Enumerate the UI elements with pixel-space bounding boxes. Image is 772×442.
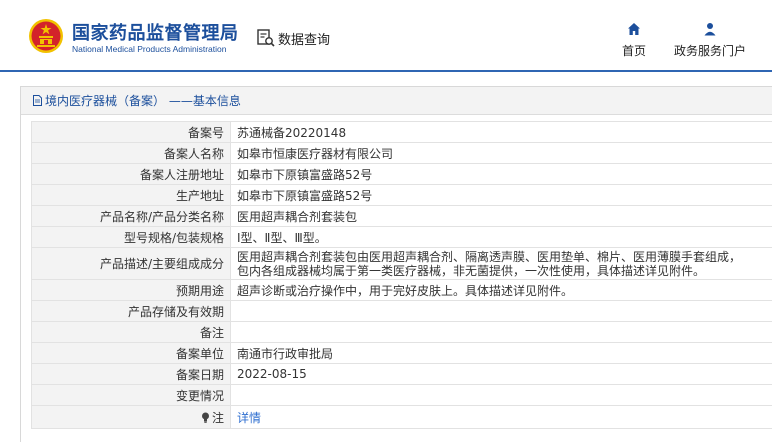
field-value: 如皋市下原镇富盛路52号	[230, 163, 772, 185]
field-value: Ⅰ型、Ⅱ型、Ⅲ型。	[230, 226, 772, 248]
table-row: 备案人注册地址 如皋市下原镇富盛路52号	[31, 163, 772, 185]
record-table: 备案号 苏通械备20220148 备案人名称 如皋市恒康医疗器材有限公司 备案人…	[31, 121, 772, 429]
nav-home[interactable]: 首页	[618, 22, 650, 59]
table-row: 备注	[31, 321, 772, 343]
document-icon	[33, 95, 42, 106]
brand-subtitle[interactable]: National Medical Products Administration	[72, 44, 227, 54]
data-query-link[interactable]: 数据查询	[256, 28, 330, 48]
national-emblem-logo[interactable]	[28, 18, 64, 54]
field-value	[230, 384, 772, 406]
lightbulb-icon	[201, 412, 209, 423]
field-value: 医用超声耦合剂套装包	[230, 205, 772, 227]
user-icon	[704, 23, 716, 36]
details-link[interactable]: 详情	[237, 411, 261, 425]
field-value: 如皋市恒康医疗器材有限公司	[230, 142, 772, 164]
field-key: 备案人注册地址	[31, 163, 231, 185]
field-key: 变更情况	[31, 384, 231, 406]
field-key: 产品名称/产品分类名称	[31, 205, 231, 227]
table-row: 产品描述/主要组成成分 医用超声耦合剂套装包由医用超声耦合剂、隔离透声膜、医用垫…	[31, 247, 772, 280]
description-line-2: 包内各组成器械均属于第一类医疗器械，非无菌提供，一次性使用，具体描述详见附件。	[237, 263, 706, 278]
field-value: 详情	[230, 405, 772, 429]
table-row: 备案人名称 如皋市恒康医疗器材有限公司	[31, 142, 772, 164]
table-row: 备案号 苏通械备20220148	[31, 121, 772, 143]
field-key: 备案人名称	[31, 142, 231, 164]
table-row: 备案单位 南通市行政审批局	[31, 342, 772, 364]
field-value	[230, 300, 772, 322]
description-line-1: 医用超声耦合剂套装包由医用超声耦合剂、隔离透声膜、医用垫单、棉片、医用薄膜手套组…	[237, 249, 742, 264]
field-key: 备注	[31, 321, 231, 343]
record-panel: 境内医疗器械（备案） ——基本信息 备案号 苏通械备20220148 备案人名称…	[20, 86, 772, 442]
table-row: 产品存储及有效期	[31, 300, 772, 322]
field-value: 2022-08-15	[230, 363, 772, 385]
field-value: 苏通械备20220148	[230, 121, 772, 143]
search-document-icon	[257, 29, 275, 47]
field-key: 生产地址	[31, 184, 231, 206]
home-icon	[628, 23, 640, 35]
nav-service-portal[interactable]: 政务服务门户	[668, 22, 752, 59]
note-key-cell: 注	[31, 405, 231, 429]
site-header: 国家药品监督管理局 National Medical Products Admi…	[0, 0, 772, 72]
field-value: 医用超声耦合剂套装包由医用超声耦合剂、隔离透声膜、医用垫单、棉片、医用薄膜手套组…	[230, 247, 772, 280]
table-row: 型号规格/包装规格 Ⅰ型、Ⅱ型、Ⅲ型。	[31, 226, 772, 248]
table-row: 变更情况	[31, 384, 772, 406]
panel-title-bar: 境内医疗器械（备案） ——基本信息	[21, 87, 772, 115]
brand-title[interactable]: 国家药品监督管理局	[72, 19, 239, 45]
table-row: 备案日期 2022-08-15	[31, 363, 772, 385]
field-value	[230, 321, 772, 343]
field-key: 产品存储及有效期	[31, 300, 231, 322]
table-row: 注 详情	[31, 405, 772, 429]
note-key-label: 注	[211, 410, 224, 425]
nav-home-label: 首页	[621, 44, 646, 58]
field-key: 产品描述/主要组成成分	[31, 247, 231, 280]
field-key: 备案号	[31, 121, 231, 143]
table-row: 预期用途 超声诊断或治疗操作中，用于完好皮肤上。具体描述详见附件。	[31, 279, 772, 301]
field-value: 如皋市下原镇富盛路52号	[230, 184, 772, 206]
nav-portal-label: 政务服务门户	[673, 44, 746, 58]
panel-title: 境内医疗器械（备案） ——基本信息	[45, 94, 241, 108]
field-key: 预期用途	[31, 279, 231, 301]
table-row: 产品名称/产品分类名称 医用超声耦合剂套装包	[31, 205, 772, 227]
field-value: 南通市行政审批局	[230, 342, 772, 364]
data-query-label: 数据查询	[278, 32, 331, 48]
table-row: 生产地址 如皋市下原镇富盛路52号	[31, 184, 772, 206]
field-key: 备案单位	[31, 342, 231, 364]
field-key: 备案日期	[31, 363, 231, 385]
field-value: 超声诊断或治疗操作中，用于完好皮肤上。具体描述详见附件。	[230, 279, 772, 301]
field-key: 型号规格/包装规格	[31, 226, 231, 248]
